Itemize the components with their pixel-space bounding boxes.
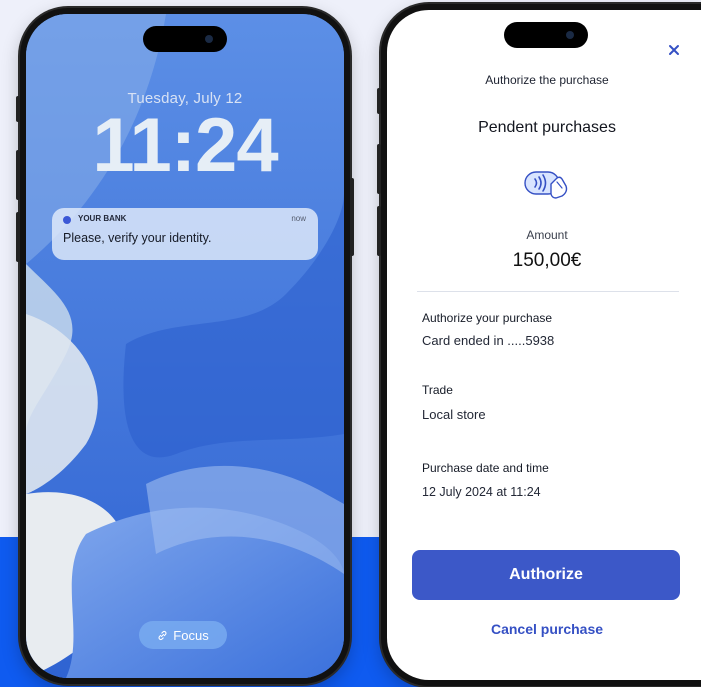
lock-screen-phone: Tuesday, July 12 11:24 YOUR BANK now Ple… [16,8,354,684]
close-icon [669,45,679,55]
card-detail-label: Authorize your purchase [422,311,553,325]
front-camera [205,35,213,43]
power-button [350,178,354,256]
action-button [377,88,381,114]
dynamic-island [504,22,588,48]
authorize-phone: Authorize the purchase Pendent purchases… [377,4,701,686]
focus-label: Focus [173,627,209,643]
volume-down-button [377,206,381,256]
trade-label: Trade [422,383,453,397]
volume-down-button [16,212,20,262]
contactless-payment-icon [524,171,568,199]
close-button[interactable] [667,43,681,57]
section-heading: Pendent purchases [478,119,616,136]
front-camera [566,31,574,39]
divider [417,291,679,292]
cancel-purchase-link[interactable]: Cancel purchase [387,621,701,637]
notification-app-name: YOUR BANK [78,214,127,223]
action-button [16,96,20,122]
lock-screen: Tuesday, July 12 11:24 YOUR BANK now Ple… [26,14,344,678]
amount-value: 150,00€ [512,250,582,271]
amount-label: Amount [526,228,568,242]
focus-button[interactable]: Focus [139,621,227,649]
authorize-screen: Authorize the purchase Pendent purchases… [387,10,701,680]
notification-message: Please, verify your identity. [63,231,212,245]
lock-screen-clock: 11:24 [92,103,278,188]
link-icon [158,630,167,640]
purchase-date-label: Purchase date and time [422,461,549,475]
bank-app-icon [63,216,71,224]
trade-value: Local store [422,407,486,422]
volume-up-button [16,150,20,200]
card-detail-value: Card ended in .....5938 [422,333,555,348]
notification-time: now [291,214,306,223]
bank-notification[interactable]: YOUR BANK now Please, verify your identi… [52,208,318,260]
dynamic-island [143,26,227,52]
screen-title: Authorize the purchase [485,73,609,87]
volume-up-button [377,144,381,194]
purchase-date-value: 12 July 2024 at 11:24 [422,485,541,499]
authorize-button[interactable]: Authorize [412,550,680,600]
